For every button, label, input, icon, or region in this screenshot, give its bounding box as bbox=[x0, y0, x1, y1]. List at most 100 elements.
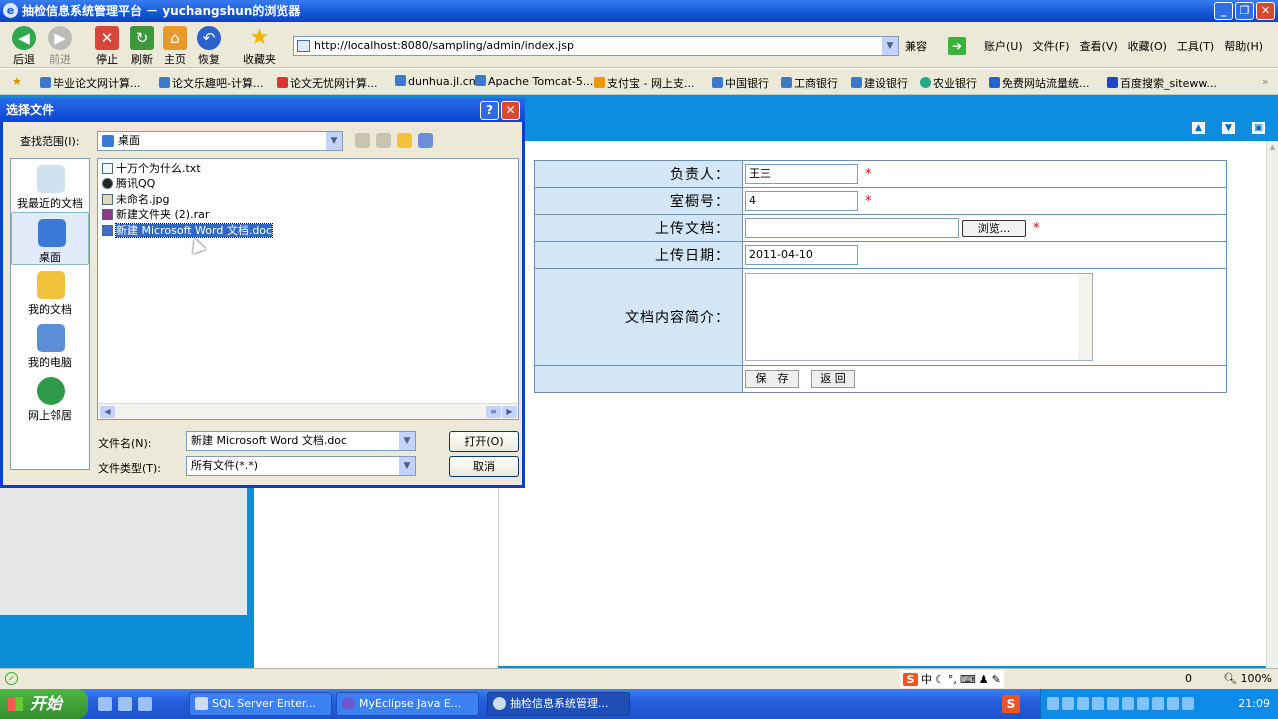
open-button[interactable]: 打开(O) bbox=[449, 431, 519, 452]
tray-icon[interactable] bbox=[1062, 697, 1074, 710]
menu-file[interactable]: 文件(F) bbox=[1033, 38, 1070, 54]
fav-link[interactable]: Apache Tomcat-5.... bbox=[475, 75, 597, 88]
dialog-close-button[interactable]: ✕ bbox=[501, 101, 520, 120]
sogou-tray-icon[interactable]: S bbox=[1002, 695, 1020, 713]
compat-label[interactable]: 兼容 bbox=[905, 38, 927, 54]
fav-link[interactable]: 论文无忧网计算... bbox=[277, 75, 378, 91]
chevron-down-icon[interactable]: ▼ bbox=[399, 457, 415, 475]
task-button[interactable]: 抽检信息系统管理... bbox=[487, 692, 630, 716]
lookin-select[interactable]: 桌面 ▼ bbox=[97, 131, 343, 151]
address-dropdown-icon[interactable]: ▼ bbox=[882, 37, 898, 55]
quick-launch-icon[interactable] bbox=[118, 697, 132, 711]
back-button[interactable]: ◀ 后退 bbox=[12, 26, 36, 67]
tray-icon[interactable] bbox=[1092, 697, 1104, 710]
maximize-button[interactable]: ❐ bbox=[1235, 2, 1254, 20]
quick-launch-icon[interactable] bbox=[98, 697, 112, 711]
list-item[interactable]: 未命名.jpg bbox=[101, 192, 170, 207]
tray-icon[interactable] bbox=[1182, 697, 1194, 710]
sogou-icon[interactable]: S bbox=[903, 672, 918, 686]
list-item[interactable]: 新建 Microsoft Word 文档.doc bbox=[101, 223, 274, 238]
tray-icon[interactable] bbox=[1167, 697, 1179, 710]
scroll-thumb[interactable]: ≡ bbox=[486, 406, 501, 418]
fav-link[interactable]: 论文乐趣吧-计算... bbox=[159, 75, 263, 91]
chevron-down-icon[interactable]: ▼ bbox=[399, 432, 415, 450]
save-button[interactable]: 保 存 bbox=[745, 370, 799, 388]
zoom-level[interactable]: 🔍︎ 100% bbox=[1223, 672, 1272, 685]
page-scrollbar[interactable]: ▲ bbox=[1266, 141, 1278, 668]
fav-link[interactable]: 工商银行 bbox=[781, 75, 838, 91]
back-icon[interactable] bbox=[355, 133, 370, 148]
expand-icon[interactable]: ▣ bbox=[1252, 122, 1265, 134]
scroll-right-icon[interactable]: ▶ bbox=[502, 406, 517, 418]
chevron-down-icon[interactable]: ▼ bbox=[326, 132, 342, 150]
cabinet-input[interactable]: 4 bbox=[745, 191, 858, 211]
tray-icon[interactable] bbox=[1077, 697, 1089, 710]
owner-input[interactable]: 王三 bbox=[745, 164, 858, 184]
ime-mode[interactable]: 中 bbox=[921, 671, 932, 687]
place-network[interactable]: 网上邻居 bbox=[11, 371, 89, 424]
menu-help[interactable]: 帮助(H) bbox=[1224, 38, 1263, 54]
arrow-down-icon[interactable]: ▼ bbox=[1222, 122, 1235, 134]
place-my-computer[interactable]: 我的电脑 bbox=[11, 318, 89, 371]
file-list-scrollbar[interactable]: ◀ ≡ ▶ bbox=[98, 403, 518, 419]
place-my-documents[interactable]: 我的文档 bbox=[11, 265, 89, 318]
chevron-right-icon[interactable]: » bbox=[1262, 75, 1269, 88]
go-button[interactable]: ➔ bbox=[948, 37, 966, 55]
task-button[interactable]: MyEclipse Java E... bbox=[336, 692, 479, 716]
tray-icon[interactable] bbox=[1122, 697, 1134, 710]
quick-launch-icon[interactable] bbox=[138, 697, 152, 711]
list-item[interactable]: 腾讯QQ bbox=[101, 176, 155, 191]
arrow-up-icon[interactable]: ▲ bbox=[1192, 122, 1205, 134]
list-item[interactable]: 十万个为什么.txt bbox=[101, 161, 201, 176]
menu-tools[interactable]: 工具(T) bbox=[1177, 38, 1214, 54]
textarea-scrollbar[interactable] bbox=[1078, 274, 1092, 360]
punctuation-icon[interactable]: °, bbox=[948, 673, 957, 686]
list-item[interactable]: 新建文件夹 (2).rar bbox=[101, 207, 209, 222]
fav-link[interactable]: 免费网站流量统... bbox=[989, 75, 1090, 91]
back-button[interactable]: 返 回 bbox=[811, 370, 855, 388]
help-button[interactable]: ? bbox=[480, 101, 499, 120]
user-icon[interactable]: ♟ bbox=[979, 673, 989, 686]
menu-view[interactable]: 查看(V) bbox=[1080, 38, 1118, 54]
new-folder-icon[interactable] bbox=[397, 133, 412, 148]
scroll-up-icon[interactable]: ▲ bbox=[1267, 143, 1278, 154]
add-favorite-icon[interactable]: ★ bbox=[12, 75, 22, 88]
up-folder-icon[interactable] bbox=[376, 133, 391, 148]
fav-link[interactable]: 农业银行 bbox=[920, 75, 977, 91]
fav-link[interactable]: 中国银行 bbox=[712, 75, 769, 91]
forward-button[interactable]: ▶ 前进 bbox=[48, 26, 72, 67]
address-bar[interactable]: http://localhost:8080/sampling/admin/ind… bbox=[293, 36, 899, 56]
scroll-left-icon[interactable]: ◀ bbox=[100, 406, 115, 418]
filetype-select[interactable]: 所有文件(*.*) ▼ bbox=[186, 456, 416, 476]
place-recent[interactable]: 我最近的文档 bbox=[11, 159, 89, 212]
home-button[interactable]: ⌂ 主页 bbox=[163, 26, 187, 67]
fav-link[interactable]: dunhua.jl.cn bbox=[395, 75, 476, 88]
tray-icon[interactable] bbox=[1107, 697, 1119, 710]
stop-button[interactable]: ✕ 停止 bbox=[95, 26, 119, 67]
tray-icon[interactable] bbox=[1137, 697, 1149, 710]
fav-link[interactable]: 毕业论文网计算... bbox=[40, 75, 141, 91]
clock[interactable]: 21:09 bbox=[1238, 697, 1270, 710]
refresh-button[interactable]: ↻ 刷新 bbox=[130, 26, 154, 67]
menu-account[interactable]: 账户(U) bbox=[984, 38, 1023, 54]
moon-icon[interactable]: ☾ bbox=[935, 673, 945, 686]
summary-textarea[interactable] bbox=[745, 273, 1093, 361]
tray-icon[interactable] bbox=[1047, 697, 1059, 710]
menu-favorites[interactable]: 收藏(O) bbox=[1128, 38, 1167, 54]
place-desktop[interactable]: 桌面 bbox=[11, 212, 89, 265]
cancel-button[interactable]: 取消 bbox=[449, 456, 519, 477]
filename-input[interactable]: 新建 Microsoft Word 文档.doc ▼ bbox=[186, 431, 416, 451]
fav-link[interactable]: 百度搜索_siteww... bbox=[1107, 75, 1217, 91]
restore-button[interactable]: ↶ 恢复 bbox=[197, 26, 221, 67]
keyboard-icon[interactable]: ⌨ bbox=[960, 673, 976, 686]
tray-icon[interactable] bbox=[1152, 697, 1164, 710]
view-menu-icon[interactable] bbox=[418, 133, 433, 148]
file-path-input[interactable] bbox=[745, 218, 959, 238]
task-button[interactable]: SQL Server Enter... bbox=[189, 692, 332, 716]
wrench-icon[interactable]: ✎ bbox=[992, 673, 1001, 686]
browse-button[interactable]: 浏览... bbox=[962, 219, 1026, 237]
fav-link[interactable]: 建设银行 bbox=[851, 75, 908, 91]
fav-link[interactable]: 支付宝 - 网上支... bbox=[594, 75, 694, 91]
close-button[interactable]: ✕ bbox=[1256, 2, 1275, 20]
upload-date-input[interactable]: 2011-04-10 bbox=[745, 245, 858, 265]
